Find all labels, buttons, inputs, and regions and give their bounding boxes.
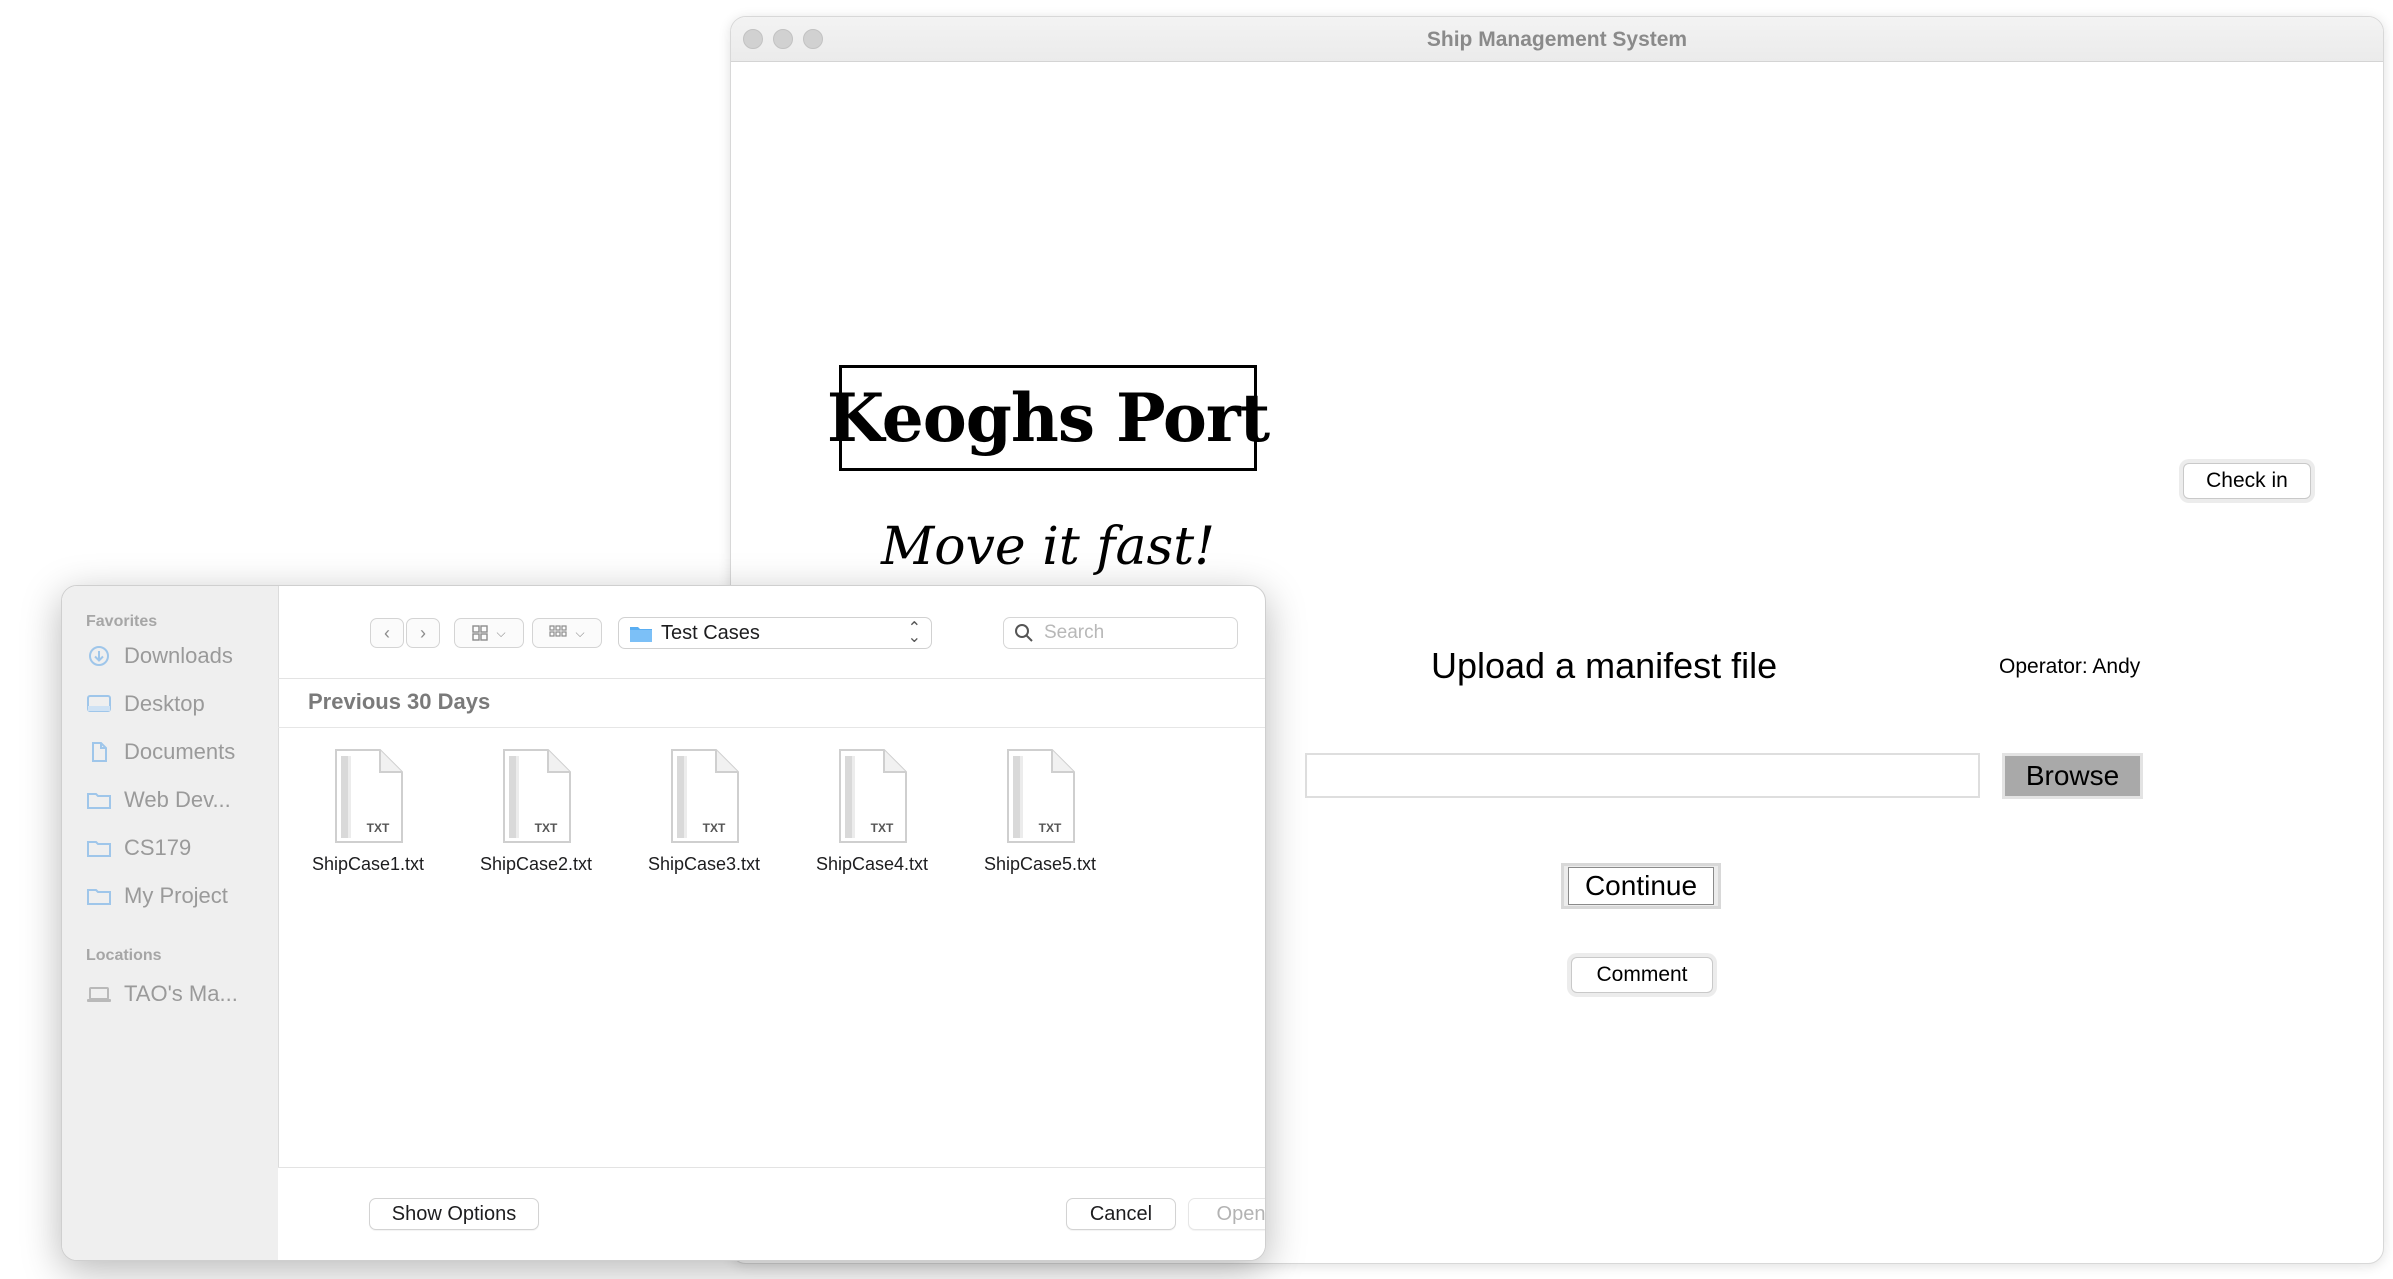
forward-button[interactable]: › [406,618,440,648]
window-title: Ship Management System [1426,28,1688,51]
back-button[interactable]: ‹ [370,618,404,648]
laptop-icon [87,987,111,1002]
file-item[interactable]: TXT ShipCase4.txt [797,748,947,888]
text-file-icon: TXT [839,749,907,843]
downloads-icon [89,646,109,666]
file-type-badge: TXT [1039,821,1062,835]
sidebar-item-label: Downloads [124,643,233,668]
sidebar-item-label: My Project [124,883,228,908]
comment-button[interactable]: Comment [1571,957,1713,993]
search-input[interactable] [1042,621,1226,645]
file-item[interactable]: TXT ShipCase3.txt [629,748,779,888]
chevron-left-icon: ‹ [384,622,390,643]
tagline: Move it fast! [880,517,1215,577]
file-type-badge: TXT [871,821,894,835]
sidebar-item-label: TAO's Ma... [124,981,238,1006]
sidebar-item-label: CS179 [124,835,192,860]
favorites-heading: Favorites [86,613,158,630]
section-divider [278,727,1265,728]
sidebar-item-my-project[interactable]: My Project [86,878,228,914]
sidebar-item-desktop[interactable]: Desktop [86,686,205,722]
folder-icon [87,889,111,905]
sidebar-item-computer[interactable]: TAO's Ma... [86,976,238,1012]
cancel-button[interactable]: Cancel [1066,1198,1176,1230]
folder-icon [87,793,111,809]
dialog-sidebar: Favorites Downloads Desktop Documents We… [62,586,279,1260]
icon-grid-icon [472,625,489,641]
chevron-right-icon: › [420,622,426,643]
file-name: ShipCase1.txt [311,854,425,874]
file-name: ShipCase3.txt [647,854,761,874]
file-type-badge: TXT [703,821,726,835]
title-bar: Ship Management System [731,17,2383,62]
sidebar-item-web-dev[interactable]: Web Dev... [86,782,231,818]
chevron-down-icon: ⌵ [496,625,506,640]
text-file-icon: TXT [1007,749,1075,843]
file-item[interactable]: TXT ShipCase2.txt [461,748,611,888]
sidebar-item-downloads[interactable]: Downloads [86,638,233,674]
current-folder-label: Test Cases [661,621,760,644]
check-in-button[interactable]: Check in [2183,463,2311,499]
chevron-down-icon: ⌵ [575,625,585,640]
section-heading: Previous 30 Days [308,689,491,714]
upload-heading: Upload a manifest file [1431,645,1778,686]
continue-button[interactable]: Continue [1561,863,1721,909]
file-item[interactable]: TXT ShipCase1.txt [293,748,443,888]
text-file-icon: TXT [503,749,571,843]
document-icon [92,742,107,762]
manifest-path-input[interactable] [1305,753,1980,798]
brand-title: Keoghs Port [826,379,1270,457]
search-field[interactable] [1003,617,1238,649]
search-icon [1015,624,1033,642]
file-name: ShipCase4.txt [815,854,929,874]
locations-heading: Locations [86,947,162,964]
operator-label: Operator: Andy [1999,655,2141,678]
text-file-icon: TXT [335,749,403,843]
open-file-dialog: Favorites Downloads Desktop Documents We… [61,585,1266,1261]
file-item[interactable]: TXT ShipCase5.txt [965,748,1115,888]
group-mode-button[interactable]: ⌵ [532,618,602,648]
folder-icon [87,841,111,857]
file-type-badge: TXT [367,821,390,835]
view-mode-button[interactable]: ⌵ [454,618,524,648]
text-file-icon: TXT [671,749,739,843]
up-down-chevron-icon: ⌃ ⌄ [907,620,921,646]
brand-logo-box: Keoghs Port [827,365,1270,471]
show-options-button[interactable]: Show Options [369,1198,539,1230]
sidebar-item-label: Documents [124,739,236,764]
sidebar-item-label: Desktop [124,691,205,716]
file-name: ShipCase2.txt [479,854,593,874]
open-button[interactable]: Open [1188,1198,1265,1230]
dialog-footer: Show Options Cancel Open [278,1167,1265,1260]
continue-button-label: Continue [1567,867,1715,905]
folder-location-select[interactable]: Test Cases ⌃ ⌄ [618,617,932,649]
group-grid-icon [549,625,568,637]
file-type-badge: TXT [535,821,558,835]
sidebar-item-label: Web Dev... [124,787,231,812]
sidebar-item-cs179[interactable]: CS179 [86,830,191,866]
desktop-icon [87,695,111,712]
sidebar-item-documents[interactable]: Documents [86,734,235,770]
folder-icon [630,626,652,642]
file-name: ShipCase5.txt [983,854,1097,874]
browse-button[interactable]: Browse [2002,753,2143,799]
dialog-toolbar: ‹ › ⌵ ⌵ Test Cases ⌃ ⌄ Search [278,586,1265,679]
